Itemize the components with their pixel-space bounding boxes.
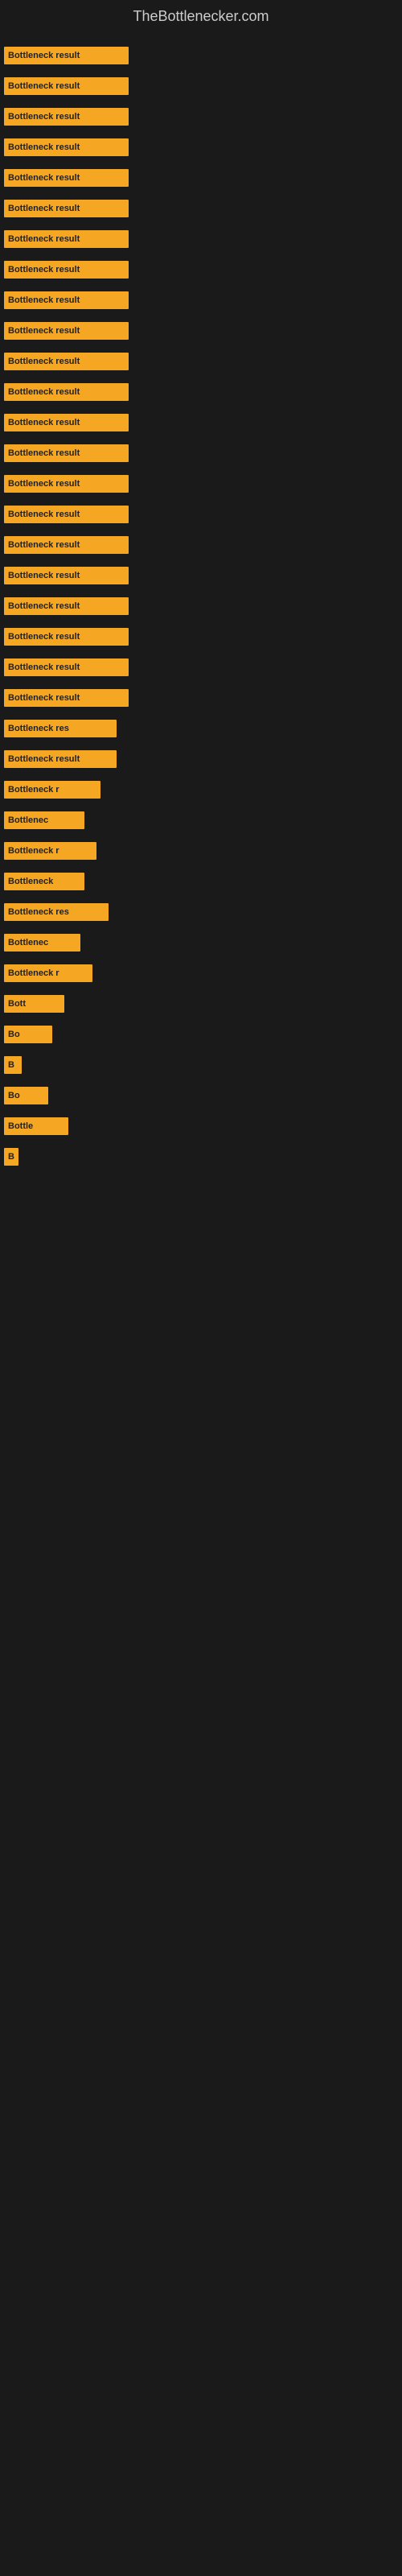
bar-item: Bottleneck r [4, 781, 100, 799]
bar-item: Bottleneck result [4, 597, 129, 615]
bottleneck-bar[interactable]: Bottleneck result [4, 567, 129, 584]
bottleneck-bar[interactable]: B [4, 1148, 18, 1166]
bar-item: Bottleneck result [4, 567, 129, 584]
bottleneck-bar[interactable]: Bottleneck result [4, 444, 129, 462]
bottleneck-bar[interactable]: Bottleneck res [4, 903, 109, 921]
bar-item: Bottleneck result [4, 200, 129, 217]
bar-item: B [4, 1148, 18, 1166]
bottleneck-bar[interactable]: Bottleneck r [4, 964, 92, 982]
bar-item: Bottleneck result [4, 261, 129, 279]
bottleneck-bar[interactable]: Bo [4, 1026, 52, 1043]
bar-item: Bottleneck result [4, 444, 129, 462]
bottleneck-bar[interactable]: Bottleneck result [4, 138, 129, 156]
bottleneck-bar[interactable]: Bottleneck result [4, 261, 129, 279]
bar-item: Bottleneck result [4, 322, 129, 340]
bottleneck-bar[interactable]: Bottleneck result [4, 383, 129, 401]
bottleneck-bar[interactable]: Bottlenec [4, 934, 80, 952]
bottleneck-bar[interactable]: Bo [4, 1087, 48, 1104]
bottleneck-bar[interactable]: Bottleneck result [4, 200, 129, 217]
bar-item: Bottleneck result [4, 230, 129, 248]
bar-item: Bo [4, 1026, 52, 1043]
bar-item: Bottleneck result [4, 383, 129, 401]
bar-item: Bottleneck result [4, 353, 129, 370]
bar-item: Bottleneck result [4, 689, 129, 707]
bottleneck-bar[interactable]: Bottleneck result [4, 169, 129, 187]
bottleneck-bar[interactable]: Bottleneck result [4, 108, 129, 126]
bar-item: Bottleneck result [4, 658, 129, 676]
bottleneck-bar[interactable]: Bottlenec [4, 811, 84, 829]
bottleneck-bar[interactable]: Bottleneck res [4, 720, 117, 737]
bottleneck-bar[interactable]: Bottleneck result [4, 536, 129, 554]
bar-item: Bottleneck res [4, 903, 109, 921]
bottleneck-bar[interactable]: Bottleneck result [4, 506, 129, 523]
bar-item: Bottleneck r [4, 842, 96, 860]
bar-item: Bottleneck result [4, 138, 129, 156]
bar-item: Bottleneck result [4, 506, 129, 523]
bar-item: Bottleneck result [4, 47, 129, 64]
bottleneck-bar[interactable]: Bottleneck result [4, 322, 129, 340]
bar-item: Bottleneck result [4, 291, 129, 309]
bottleneck-bar[interactable]: Bottleneck result [4, 353, 129, 370]
bottleneck-bar[interactable]: Bottleneck result [4, 658, 129, 676]
bar-item: Bottleneck result [4, 77, 129, 95]
bottleneck-bar[interactable]: Bottleneck result [4, 291, 129, 309]
bottleneck-bar[interactable]: Bottleneck r [4, 781, 100, 799]
bottleneck-bar[interactable]: Bottleneck result [4, 230, 129, 248]
bar-item: Bottle [4, 1117, 68, 1135]
bar-item: Bottleneck r [4, 964, 92, 982]
bar-item: Bottlenec [4, 934, 80, 952]
bottleneck-bar[interactable]: Bott [4, 995, 64, 1013]
bottleneck-bar[interactable]: Bottleneck result [4, 414, 129, 431]
bar-item: Bottleneck result [4, 628, 129, 646]
bottleneck-bar[interactable]: Bottleneck [4, 873, 84, 890]
bottleneck-bar[interactable]: Bottleneck result [4, 475, 129, 493]
bar-item: Bottleneck [4, 873, 84, 890]
bar-item: Bottleneck result [4, 475, 129, 493]
bar-item: Bottleneck res [4, 720, 117, 737]
bottleneck-bar[interactable]: Bottleneck r [4, 842, 96, 860]
bar-item: Bottleneck result [4, 108, 129, 126]
bottleneck-bar[interactable]: Bottleneck result [4, 628, 129, 646]
bottleneck-bar[interactable]: Bottleneck result [4, 47, 129, 64]
chart-area: Bottleneck result Bottleneck result Bottle… [0, 29, 402, 2549]
bottleneck-bar[interactable]: Bottle [4, 1117, 68, 1135]
bar-item: Bottleneck result [4, 536, 129, 554]
bottleneck-bar[interactable]: Bottleneck result [4, 689, 129, 707]
bar-item: Bo [4, 1087, 48, 1104]
bar-item: Bottleneck result [4, 750, 117, 768]
bottleneck-bar[interactable]: Bottleneck result [4, 750, 117, 768]
site-title: TheBottlenecker.com [0, 0, 402, 29]
bar-item: Bott [4, 995, 64, 1013]
bar-item: B [4, 1056, 22, 1074]
bottleneck-bar[interactable]: Bottleneck result [4, 597, 129, 615]
bar-item: Bottlenec [4, 811, 84, 829]
bar-item: Bottleneck result [4, 414, 129, 431]
bar-item: Bottleneck result [4, 169, 129, 187]
bottleneck-bar[interactable]: Bottleneck result [4, 77, 129, 95]
bottleneck-bar[interactable]: B [4, 1056, 22, 1074]
